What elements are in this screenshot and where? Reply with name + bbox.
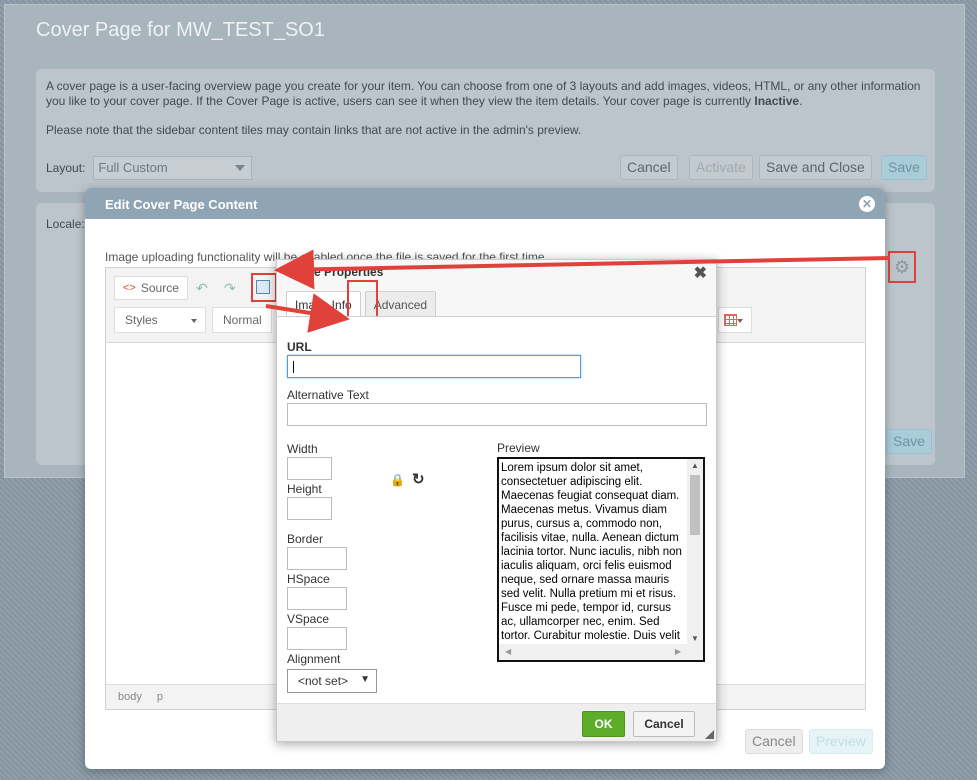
height-label: Height [287, 482, 322, 496]
hspace-input[interactable] [287, 587, 347, 610]
vspace-label: VSpace [287, 612, 330, 626]
resize-handle[interactable] [705, 730, 714, 739]
hspace-label: HSpace [287, 572, 330, 586]
width-label: Width [287, 442, 318, 456]
scroll-thumb[interactable] [690, 475, 700, 535]
save-button[interactable]: Save [881, 155, 927, 180]
styles-dropdown[interactable]: Styles [114, 307, 206, 333]
locale-label: Locale: [46, 217, 85, 231]
format-dropdown[interactable]: Normal [212, 307, 272, 333]
alt-text-label: Alternative Text [287, 388, 369, 402]
dialog-title: Edit Cover Page Content [105, 197, 258, 212]
url-input[interactable] [287, 355, 581, 378]
close-icon[interactable]: ✖ [694, 263, 707, 283]
annotation-highlight-image-button [251, 273, 277, 302]
lock-icon[interactable]: 🔒 [390, 473, 405, 487]
undo-icon[interactable]: ↶ [196, 280, 208, 297]
layout-label: Layout: [46, 160, 86, 175]
width-input[interactable] [287, 457, 332, 480]
image-dialog-header: Image Properties ✖ [277, 260, 716, 284]
reset-size-icon[interactable]: ↻ [412, 470, 425, 488]
layout-select[interactable]: Full Custom [93, 156, 253, 180]
scroll-down-icon[interactable]: ▼ [691, 634, 699, 643]
preview-text: Lorem ipsum dolor sit amet, consectetuer… [501, 462, 682, 660]
chevron-down-icon [235, 165, 246, 171]
image-dialog-footer: OK Cancel [277, 703, 716, 741]
table-button[interactable] [718, 307, 752, 333]
source-button[interactable]: <> Source [114, 276, 188, 300]
source-icon: <> [123, 282, 136, 294]
border-label: Border [287, 532, 324, 546]
image-dialog-title: Image Properties [286, 265, 384, 279]
image-properties-dialog: Image Properties ✖ Image Info Advanced U… [276, 259, 717, 742]
gear-icon: ⚙ [893, 256, 911, 277]
edit-preview-button[interactable]: Preview [809, 729, 873, 754]
border-input[interactable] [287, 547, 347, 570]
intro-panel: A cover page is a user-facing overview p… [36, 69, 935, 192]
table-icon [724, 314, 737, 326]
vspace-input[interactable] [287, 627, 347, 650]
text-cursor [293, 361, 294, 373]
sidebar-note: Please note that the sidebar content til… [46, 123, 582, 137]
preview-horizontal-scrollbar[interactable]: ◀ ▶ [499, 644, 703, 660]
layout-row: Layout: Full Custom [46, 156, 253, 180]
scroll-right-icon[interactable]: ▶ [675, 647, 681, 656]
path-item[interactable]: p [157, 691, 163, 703]
activate-button[interactable]: Activate [689, 155, 753, 180]
edit-cancel-button[interactable]: Cancel [745, 729, 803, 754]
intro-text: A cover page is a user-facing overview p… [46, 79, 921, 108]
locale-save-button[interactable]: Save [886, 429, 932, 454]
scroll-up-icon[interactable]: ▲ [691, 461, 699, 470]
chevron-down-icon: ▼ [360, 674, 370, 685]
preview-box: Lorem ipsum dolor sit amet, consectetuer… [497, 457, 705, 662]
alignment-select[interactable]: <not set> ▼ [287, 669, 377, 693]
settings-gear-button[interactable]: ⚙ [888, 251, 916, 283]
path-item[interactable]: body [118, 691, 142, 703]
chevron-down-icon [191, 319, 197, 323]
save-and-close-button[interactable]: Save and Close [759, 155, 872, 180]
ok-button[interactable]: OK [582, 711, 625, 737]
close-icon[interactable]: ✕ [859, 196, 875, 212]
cancel-button[interactable]: Cancel [620, 155, 678, 180]
preview-vertical-scrollbar[interactable]: ▲ ▼ [687, 459, 703, 645]
height-input[interactable] [287, 497, 332, 520]
chevron-down-icon [737, 319, 743, 323]
redo-icon[interactable]: ↷ [224, 280, 236, 297]
alt-text-input[interactable] [287, 403, 707, 426]
url-label: URL [287, 340, 312, 354]
cancel-button[interactable]: Cancel [633, 711, 695, 737]
alignment-label: Alignment [287, 652, 341, 666]
dialog-header: Edit Cover Page Content ✕ [85, 188, 885, 219]
scroll-left-icon[interactable]: ◀ [505, 647, 511, 656]
image-info-panel: URL Alternative Text Width Height 🔒 ↻ Bo… [277, 316, 716, 705]
page-title: Cover Page for MW_TEST_SO1 [36, 19, 325, 41]
preview-label: Preview [497, 441, 540, 455]
status-inactive: Inactive [754, 94, 800, 108]
